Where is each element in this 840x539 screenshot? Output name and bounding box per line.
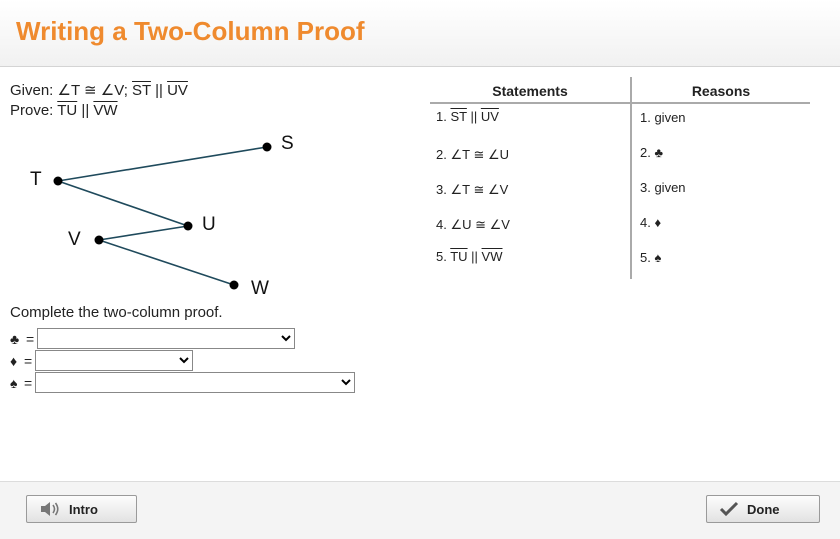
statement-part-a: ∠T bbox=[450, 182, 470, 197]
label-t: T bbox=[30, 169, 42, 190]
label-u: U bbox=[202, 214, 216, 235]
point-v bbox=[94, 235, 104, 245]
statements-header: Statements bbox=[492, 83, 568, 99]
statement-part-a: ∠U bbox=[450, 217, 472, 232]
intro-button[interactable]: Intro bbox=[26, 495, 137, 523]
club-equals: = bbox=[26, 330, 35, 347]
statement-operator: ≅ bbox=[469, 182, 488, 197]
page-title: Writing a Two-Column Proof bbox=[16, 16, 365, 46]
answer-row-diamond: ♦ = bbox=[10, 350, 194, 371]
prove-segment-1: TU bbox=[57, 102, 78, 119]
segment-ts bbox=[57, 146, 268, 182]
given-parallel: || bbox=[150, 82, 168, 99]
club-answer-select[interactable] bbox=[37, 328, 296, 349]
reasons-header: Reasons bbox=[691, 83, 751, 99]
given-angle-1: ∠T bbox=[57, 82, 80, 99]
statement-num: 4. bbox=[436, 217, 451, 232]
point-t bbox=[53, 176, 63, 186]
given-statement: Given: ∠T ≅ ∠V; ST || UV bbox=[10, 81, 188, 99]
statement-part-b: UV bbox=[480, 109, 499, 124]
statement-operator: || bbox=[466, 109, 481, 124]
header: Writing a Two-Column Proof bbox=[0, 0, 840, 67]
footer-bar: Intro Done bbox=[0, 481, 840, 539]
header-divider bbox=[430, 102, 810, 104]
label-w: W bbox=[251, 278, 269, 299]
given-angle-2: ∠V bbox=[100, 82, 124, 99]
statement-4: 4. ∠U ≅ ∠V bbox=[436, 217, 510, 233]
reason-1: 1. given bbox=[640, 110, 686, 125]
statement-operator: ≅ bbox=[471, 217, 490, 232]
statement-part-a: ∠T bbox=[450, 147, 470, 162]
segment-vw bbox=[98, 239, 235, 286]
done-label: Done bbox=[747, 501, 780, 517]
answer-row-club: ♣ = bbox=[10, 328, 296, 349]
statement-operator: || bbox=[467, 249, 482, 264]
statement-part-b: ∠V bbox=[487, 182, 509, 197]
given-segment-2: UV bbox=[167, 82, 188, 99]
point-u bbox=[183, 221, 193, 231]
reason-5: 5. ♠ bbox=[640, 250, 662, 265]
reason-2: 2. ♣ bbox=[640, 145, 663, 160]
point-s bbox=[262, 142, 272, 152]
statement-part-b: VW bbox=[481, 249, 503, 264]
answer-row-spade: ♠ = bbox=[10, 372, 356, 393]
statement-part-b: ∠U bbox=[487, 147, 510, 162]
segment-tu bbox=[57, 180, 189, 227]
prove-prefix: Prove: bbox=[10, 102, 58, 119]
diamond-answer-select[interactable] bbox=[35, 350, 194, 371]
given-cong: ≅ bbox=[79, 82, 101, 99]
statement-part-a: ST bbox=[450, 109, 467, 124]
geometry-diagram: T S U V W bbox=[30, 133, 294, 299]
instruction-text: Complete the two-column proof. bbox=[10, 304, 223, 321]
given-prefix: Given: bbox=[10, 82, 58, 99]
statement-part-b: ∠V bbox=[489, 217, 510, 232]
spade-symbol: ♠ bbox=[10, 374, 18, 391]
intro-label: Intro bbox=[69, 501, 98, 517]
spade-answer-select[interactable] bbox=[35, 372, 356, 393]
given-sep: ; bbox=[123, 82, 133, 99]
statement-part-a: TU bbox=[450, 249, 468, 264]
diamond-symbol: ♦ bbox=[10, 352, 18, 369]
statement-num: 2. bbox=[436, 147, 451, 162]
spade-equals: = bbox=[24, 374, 33, 391]
statement-5: 5. TU || VW bbox=[436, 249, 503, 264]
segment-uv bbox=[98, 225, 189, 241]
statement-num: 3. bbox=[436, 182, 451, 197]
checkmark-icon bbox=[719, 501, 739, 517]
prove-segment-2: VW bbox=[93, 102, 118, 119]
label-v: V bbox=[68, 229, 81, 250]
prove-parallel: || bbox=[77, 102, 94, 119]
diamond-equals: = bbox=[24, 352, 33, 369]
reason-3: 3. given bbox=[640, 180, 686, 195]
statement-3: 3. ∠T ≅ ∠V bbox=[436, 182, 508, 198]
statement-num: 1. bbox=[436, 109, 451, 124]
column-divider bbox=[630, 77, 632, 279]
statement-1: 1. ST || UV bbox=[436, 109, 499, 124]
given-segment-1: ST bbox=[132, 82, 151, 99]
proof-table: Statements Reasons 1. ST || UV 1. given … bbox=[430, 77, 810, 279]
club-symbol: ♣ bbox=[10, 330, 20, 347]
done-button[interactable]: Done bbox=[706, 495, 820, 523]
reason-4: 4. ♦ bbox=[640, 215, 662, 230]
statement-operator: ≅ bbox=[469, 147, 488, 162]
statement-num: 5. bbox=[436, 249, 451, 264]
point-w bbox=[229, 280, 239, 290]
statement-2: 2. ∠T ≅ ∠U bbox=[436, 147, 509, 163]
label-s: S bbox=[281, 133, 294, 154]
prove-statement: Prove: TU || VW bbox=[10, 102, 118, 119]
speaker-icon bbox=[41, 502, 59, 516]
